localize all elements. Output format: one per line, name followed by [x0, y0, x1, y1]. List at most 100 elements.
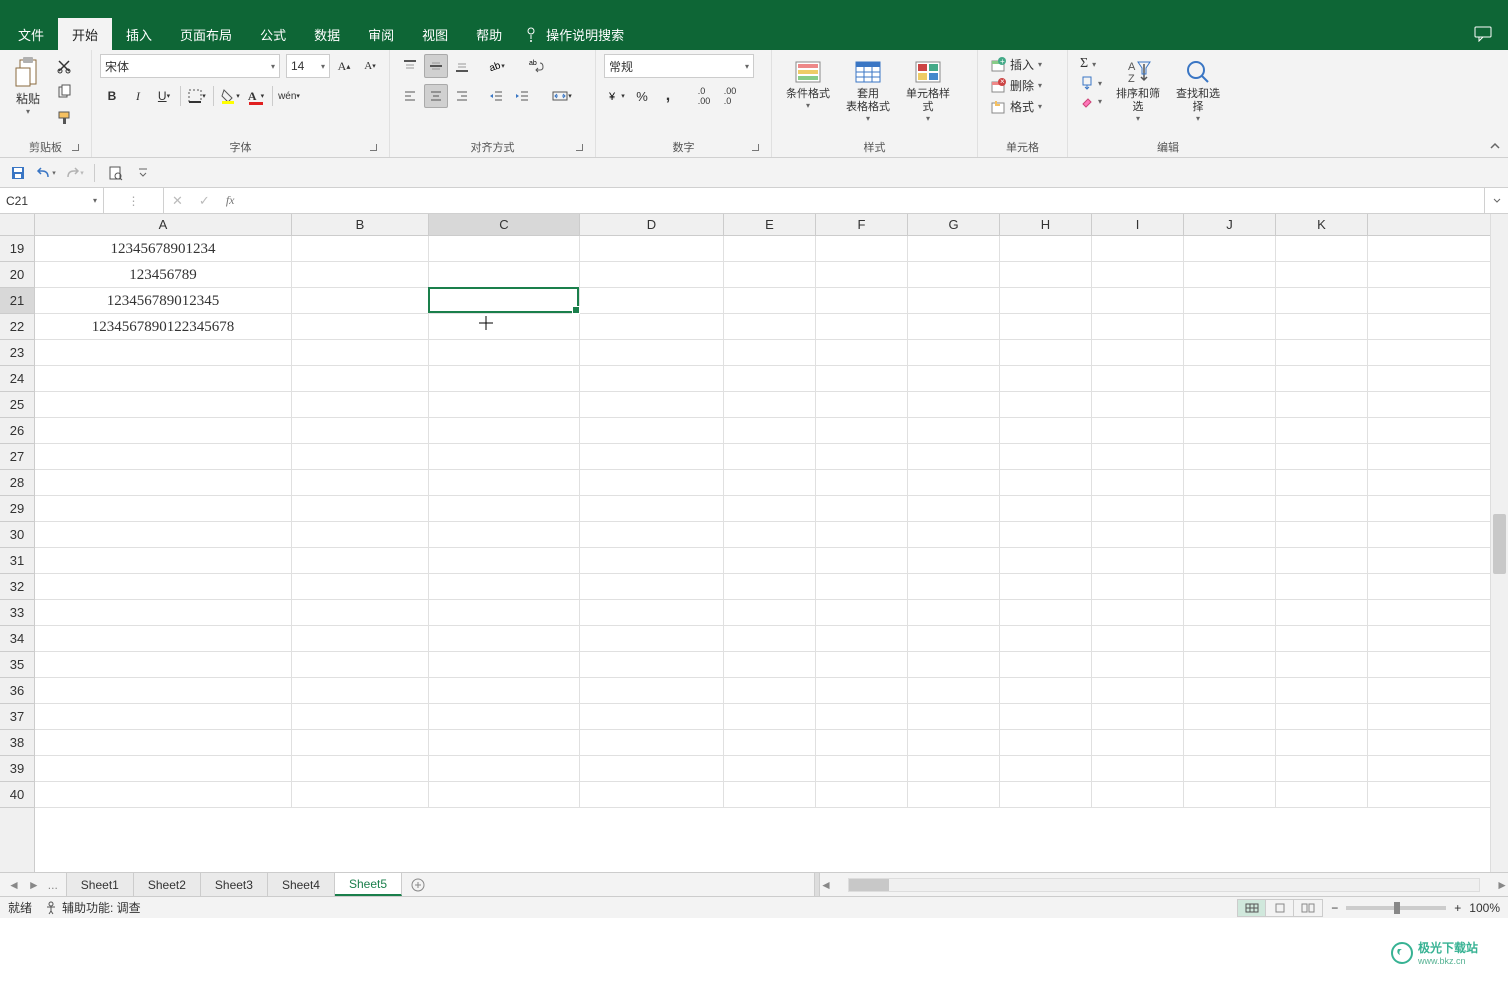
cell-H35[interactable]: [1000, 652, 1092, 677]
cell-F33[interactable]: [816, 600, 908, 625]
cell-K27[interactable]: [1276, 444, 1368, 469]
column-header-D[interactable]: D: [580, 214, 724, 235]
cell-K34[interactable]: [1276, 626, 1368, 651]
cell-E35[interactable]: [724, 652, 816, 677]
column-header-G[interactable]: G: [908, 214, 1000, 235]
format-as-table-button[interactable]: 套用表格格式▾: [840, 54, 896, 126]
cell-F20[interactable]: [816, 262, 908, 287]
cell-E39[interactable]: [724, 756, 816, 781]
cell-B28[interactable]: [292, 470, 429, 495]
cell-C30[interactable]: [429, 522, 580, 547]
qat-customize-button[interactable]: [131, 161, 155, 185]
orientation-button[interactable]: ab▾: [484, 54, 508, 78]
cell-H39[interactable]: [1000, 756, 1092, 781]
cell-H27[interactable]: [1000, 444, 1092, 469]
cell-C21[interactable]: [429, 288, 580, 313]
clear-button[interactable]: ▾: [1076, 92, 1106, 110]
cell-D22[interactable]: [580, 314, 724, 339]
cell-I31[interactable]: [1092, 548, 1184, 573]
cell-C25[interactable]: [429, 392, 580, 417]
row-header-26[interactable]: 26: [0, 418, 34, 444]
cell-D25[interactable]: [580, 392, 724, 417]
fill-color-button[interactable]: ▾: [218, 84, 242, 108]
cell-J38[interactable]: [1184, 730, 1276, 755]
cell-B33[interactable]: [292, 600, 429, 625]
cell-G30[interactable]: [908, 522, 1000, 547]
align-right-button[interactable]: [450, 84, 474, 108]
cell-J26[interactable]: [1184, 418, 1276, 443]
autosum-button[interactable]: Σ▾: [1076, 54, 1106, 74]
cell-E26[interactable]: [724, 418, 816, 443]
cell-K30[interactable]: [1276, 522, 1368, 547]
row-header-37[interactable]: 37: [0, 704, 34, 730]
cell-I19[interactable]: [1092, 236, 1184, 261]
cell-K26[interactable]: [1276, 418, 1368, 443]
add-sheet-button[interactable]: [402, 873, 434, 896]
cell-D26[interactable]: [580, 418, 724, 443]
cell-I21[interactable]: [1092, 288, 1184, 313]
zoom-level[interactable]: 100%: [1469, 901, 1500, 915]
cell-H24[interactable]: [1000, 366, 1092, 391]
cell-E23[interactable]: [724, 340, 816, 365]
cell-D38[interactable]: [580, 730, 724, 755]
sheet-nav-ellipsis[interactable]: ...: [48, 878, 58, 892]
row-header-22[interactable]: 22: [0, 314, 34, 340]
formula-input-area[interactable]: ✕ ✓ fx: [164, 188, 1484, 213]
tab-公式[interactable]: 公式: [246, 18, 300, 50]
tab-页面布局[interactable]: 页面布局: [166, 18, 246, 50]
cell-C20[interactable]: [429, 262, 580, 287]
cell-I32[interactable]: [1092, 574, 1184, 599]
row-header-39[interactable]: 39: [0, 756, 34, 782]
cell-F25[interactable]: [816, 392, 908, 417]
cell-B29[interactable]: [292, 496, 429, 521]
cell-E22[interactable]: [724, 314, 816, 339]
cell-C31[interactable]: [429, 548, 580, 573]
cell-I24[interactable]: [1092, 366, 1184, 391]
cell-B31[interactable]: [292, 548, 429, 573]
sheet-nav-next-icon[interactable]: ►: [28, 878, 40, 892]
spreadsheet-grid[interactable]: ABCDEFGHIJK 1920212223242526272829303132…: [0, 214, 1508, 872]
number-format-combo[interactable]: 常规▾: [604, 54, 754, 78]
cell-A27[interactable]: [35, 444, 292, 469]
tell-me-search[interactable]: 操作说明搜索: [524, 18, 624, 50]
cell-G31[interactable]: [908, 548, 1000, 573]
cell-A22[interactable]: 1234567890122345678: [35, 314, 292, 339]
cell-I33[interactable]: [1092, 600, 1184, 625]
cell-D20[interactable]: [580, 262, 724, 287]
cell-D35[interactable]: [580, 652, 724, 677]
cell-G22[interactable]: [908, 314, 1000, 339]
cell-G20[interactable]: [908, 262, 1000, 287]
fill-button[interactable]: ▾: [1076, 74, 1106, 92]
cell-B38[interactable]: [292, 730, 429, 755]
cell-J22[interactable]: [1184, 314, 1276, 339]
cell-K21[interactable]: [1276, 288, 1368, 313]
cell-G32[interactable]: [908, 574, 1000, 599]
cell-J39[interactable]: [1184, 756, 1276, 781]
redo-button[interactable]: ▾: [62, 161, 86, 185]
row-header-31[interactable]: 31: [0, 548, 34, 574]
paste-button[interactable]: 粘贴 ▾: [8, 54, 48, 116]
insert-cells-button[interactable]: +插入▾: [986, 54, 1046, 75]
cell-I23[interactable]: [1092, 340, 1184, 365]
cell-D23[interactable]: [580, 340, 724, 365]
cell-G33[interactable]: [908, 600, 1000, 625]
cell-A23[interactable]: [35, 340, 292, 365]
cell-F28[interactable]: [816, 470, 908, 495]
align-left-button[interactable]: [398, 84, 422, 108]
alignment-dialog-launcher[interactable]: [573, 141, 585, 153]
cell-G27[interactable]: [908, 444, 1000, 469]
cell-C26[interactable]: [429, 418, 580, 443]
cell-E30[interactable]: [724, 522, 816, 547]
cell-C32[interactable]: [429, 574, 580, 599]
cell-B32[interactable]: [292, 574, 429, 599]
cell-G38[interactable]: [908, 730, 1000, 755]
tab-文件[interactable]: 文件: [4, 18, 58, 50]
comma-button[interactable]: ,: [656, 84, 680, 108]
column-header-A[interactable]: A: [35, 214, 292, 235]
tab-数据[interactable]: 数据: [300, 18, 354, 50]
cell-G39[interactable]: [908, 756, 1000, 781]
cell-B25[interactable]: [292, 392, 429, 417]
cell-F30[interactable]: [816, 522, 908, 547]
sort-filter-button[interactable]: AZ 排序和筛选▾: [1110, 54, 1166, 126]
cell-A26[interactable]: [35, 418, 292, 443]
